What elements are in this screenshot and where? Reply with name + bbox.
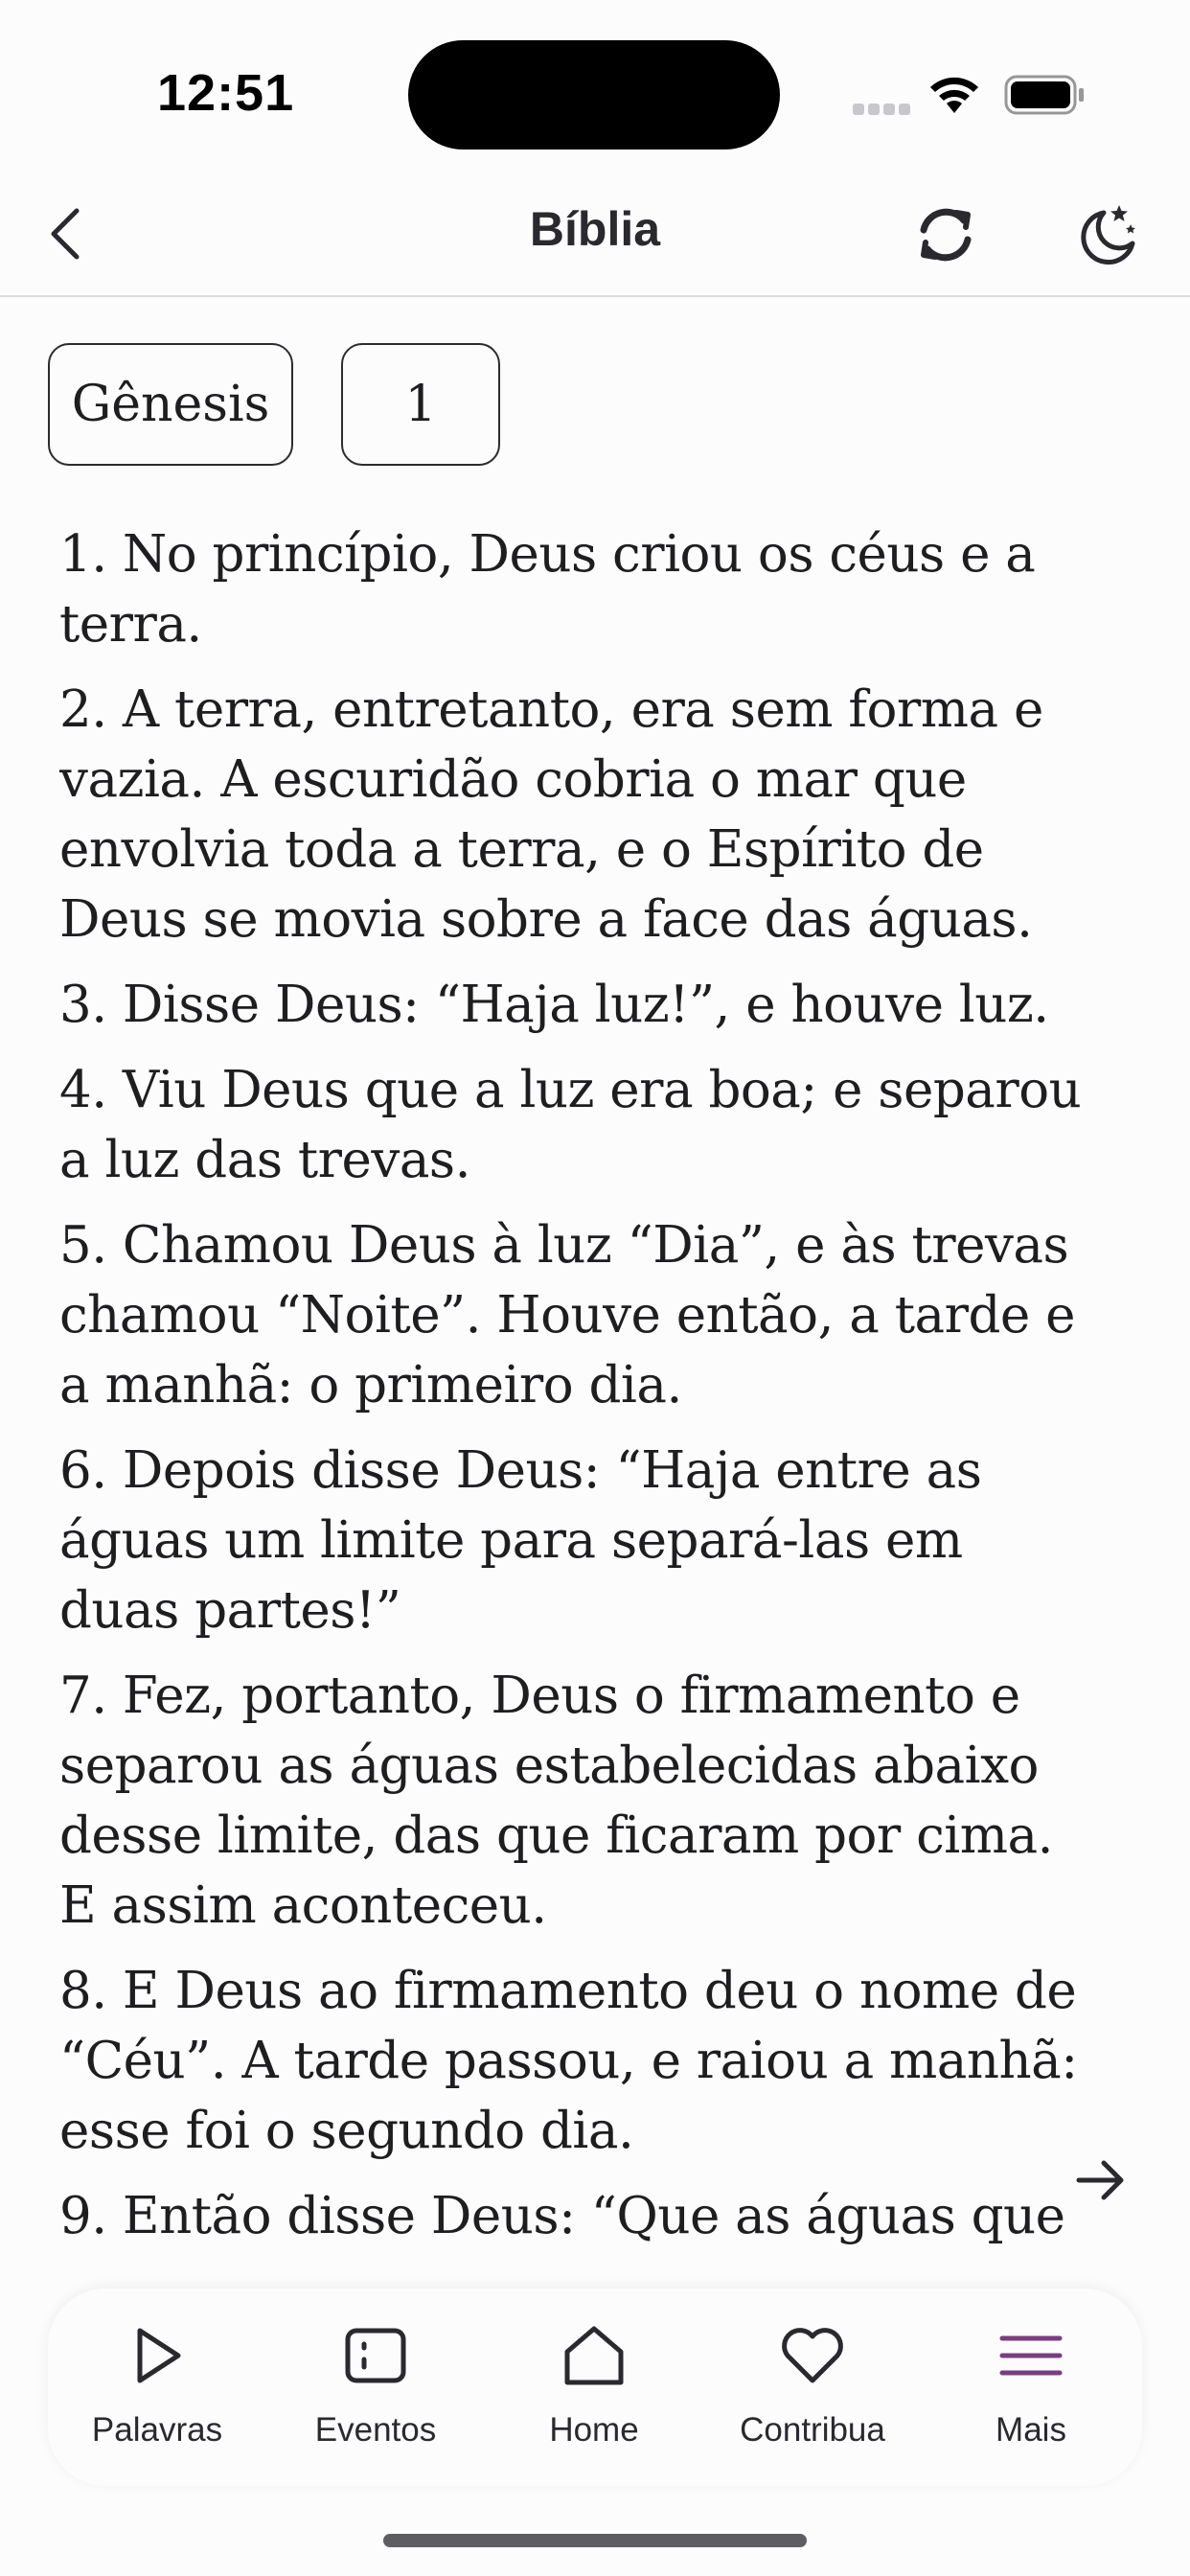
page-title: Bíblia (529, 202, 661, 256)
events-icon (345, 2328, 406, 2383)
tab-palavras[interactable]: Palavras (48, 2288, 266, 2486)
verse-list: 1. No princípio, Deus criou os céus e a … (59, 519, 1094, 2267)
nav-header: Bíblia (0, 172, 1190, 297)
battery-icon (1004, 75, 1084, 115)
tab-label: Home (549, 2411, 639, 2449)
tab-label: Contribua (740, 2411, 885, 2449)
tab-label: Eventos (314, 2411, 437, 2449)
home-indicator (383, 2534, 807, 2547)
book-selector[interactable]: Gênesis (48, 343, 293, 466)
verse: 3. Disse Deus: “Haja luz!”, e houve luz. (59, 976, 1049, 1034)
menu-icon (999, 2335, 1063, 2376)
tab-home[interactable]: Home (485, 2288, 703, 2486)
sync-icon[interactable] (912, 201, 979, 268)
verse: 7. Fez, portanto, Deus o firmamento e se… (59, 1667, 1053, 1935)
verse: 1. No princípio, Deus criou os céus e a … (59, 525, 1036, 654)
verse: 6. Depois disse Deus: “Haja entre as águ… (59, 1441, 982, 1640)
dynamic-island (408, 40, 780, 150)
status-bar: 12:51 (0, 0, 1190, 172)
verse: 2. A terra, entretanto, era sem forma e … (59, 680, 1043, 949)
status-time: 12:51 (157, 64, 295, 122)
cellular-signal-icon (853, 102, 912, 115)
heart-icon (782, 2328, 843, 2383)
verse: 5. Chamou Deus à luz “Dia”, e às trevas … (59, 1216, 1075, 1414)
tab-mais[interactable]: Mais (922, 2288, 1140, 2486)
play-icon (137, 2328, 181, 2383)
tab-label: Mais (995, 2411, 1066, 2449)
next-chapter-arrow-icon[interactable] (1071, 2150, 1131, 2210)
verse: 9. Então disse Deus: “Que as águas que (59, 2187, 1065, 2245)
tab-contribua[interactable]: Contribua (703, 2288, 922, 2486)
verse: 8. E Deus ao firmamento deu o nome de “C… (59, 1962, 1078, 2160)
wifi-icon (930, 77, 978, 113)
verse: 4. Viu Deus que a luz era boa; e separou… (59, 1061, 1082, 1189)
home-icon (564, 2326, 624, 2385)
bottom-tab-bar: Palavras Eventos Home Contribua Mais (48, 2288, 1142, 2486)
moon-stars-icon[interactable] (1073, 199, 1142, 268)
tab-eventos[interactable]: Eventos (266, 2288, 485, 2486)
chapter-selector[interactable]: 1 (341, 343, 500, 466)
tab-label: Palavras (91, 2411, 223, 2449)
